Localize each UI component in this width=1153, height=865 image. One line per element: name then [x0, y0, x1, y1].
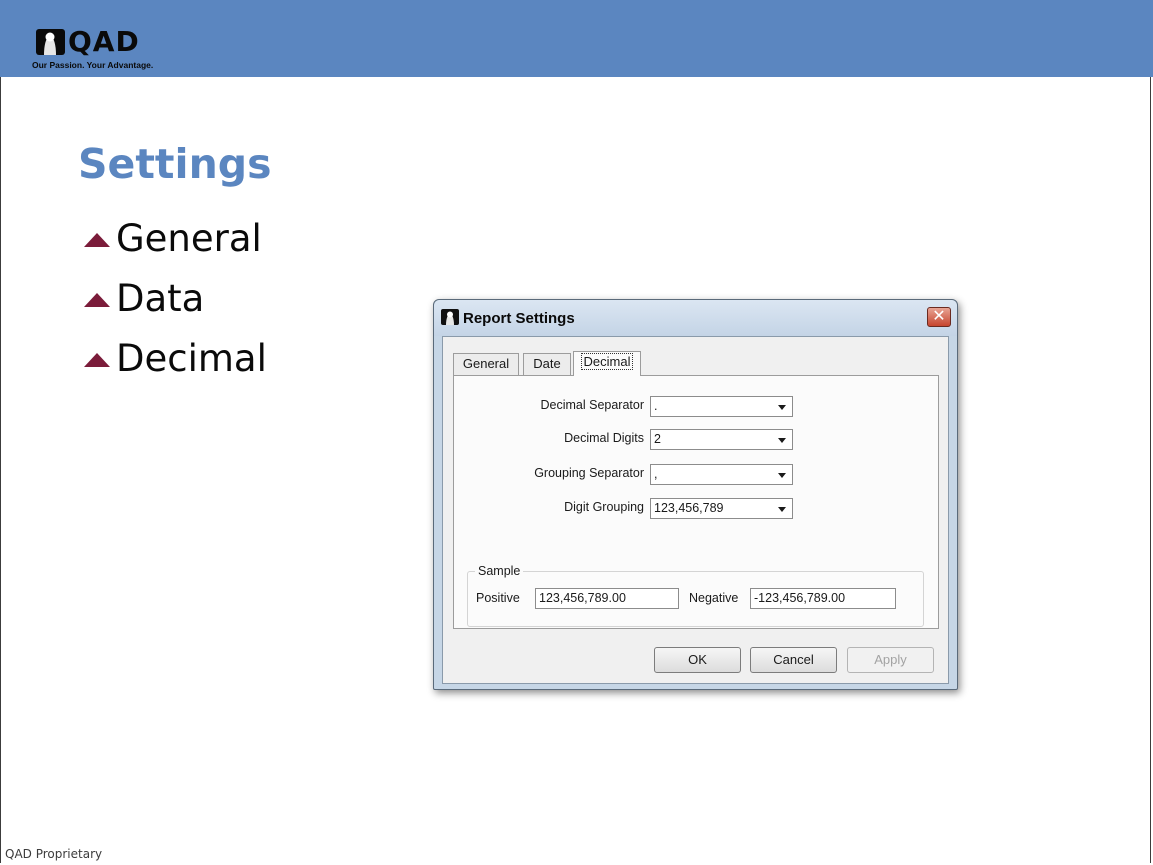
ok-button[interactable]: OK	[654, 647, 741, 673]
dialog-body: General Date Decimal Decimal Separator .…	[442, 336, 949, 684]
sample-groupbox: Sample Positive 123,456,789.00 Negative …	[467, 564, 924, 627]
report-settings-dialog: Report Settings ✕ General Date Decimal D…	[433, 299, 958, 690]
cancel-button[interactable]: Cancel	[750, 647, 837, 673]
grouping-separator-label: Grouping Separator	[534, 466, 644, 480]
chevron-down-icon	[778, 473, 786, 478]
digit-grouping-label: Digit Grouping	[564, 500, 644, 514]
sample-legend: Sample	[475, 564, 524, 578]
tab-date[interactable]: Date	[523, 353, 571, 375]
triangle-bullet-icon	[84, 353, 110, 367]
tab-label: Decimal	[580, 353, 634, 370]
positive-label: Positive	[476, 591, 520, 605]
tab-label: Date	[533, 356, 561, 371]
bullet-text: Data	[116, 276, 205, 320]
bullet-item: Data	[84, 268, 267, 328]
chevron-down-icon	[778, 438, 786, 443]
tab-general[interactable]: General	[453, 353, 519, 375]
bullet-item: Decimal	[84, 328, 267, 388]
decimal-separator-label: Decimal Separator	[540, 398, 644, 412]
dialog-title-bar[interactable]: Report Settings ✕	[434, 300, 957, 336]
bullet-text: General	[116, 216, 262, 260]
combo-value: 123,456,789	[654, 501, 724, 515]
decimal-digits-label: Decimal Digits	[564, 431, 644, 445]
slide-title: Settings	[78, 140, 272, 188]
digit-grouping-select[interactable]: 123,456,789	[650, 498, 793, 519]
combo-value: .	[654, 399, 658, 413]
decimal-separator-select[interactable]: .	[650, 396, 793, 417]
dialog-title: Report Settings	[463, 310, 575, 327]
negative-label: Negative	[689, 591, 739, 605]
decimal-tab-panel: Decimal Separator . Decimal Digits 2 Gro…	[453, 375, 939, 629]
tab-label: General	[462, 356, 510, 371]
close-icon: ✕	[932, 308, 946, 325]
negative-sample-field[interactable]: -123,456,789.00	[750, 588, 896, 609]
logo-wordmark: QAD	[68, 25, 140, 58]
combo-value: 2	[654, 432, 661, 446]
bullet-text: Decimal	[116, 336, 267, 380]
triangle-bullet-icon	[84, 233, 110, 247]
footer-text: QAD Proprietary	[5, 847, 103, 861]
qad-logo-icon	[36, 29, 65, 55]
chevron-down-icon	[778, 507, 786, 512]
decimal-digits-select[interactable]: 2	[650, 429, 793, 450]
chevron-down-icon	[778, 405, 786, 410]
apply-button[interactable]: Apply	[847, 647, 934, 673]
triangle-bullet-icon	[84, 293, 110, 307]
grouping-separator-select[interactable]: ,	[650, 464, 793, 485]
logo-tagline: Our Passion. Your Advantage.	[32, 60, 154, 70]
bullet-list: General Data Decimal	[84, 208, 267, 388]
tab-decimal[interactable]: Decimal	[573, 351, 641, 376]
close-button[interactable]: ✕	[927, 307, 951, 327]
bullet-item: General	[84, 208, 267, 268]
qad-app-icon	[441, 309, 459, 325]
header-bar: QAD Our Passion. Your Advantage.	[0, 0, 1153, 77]
combo-value: ,	[654, 467, 658, 481]
positive-sample-field[interactable]: 123,456,789.00	[535, 588, 679, 609]
